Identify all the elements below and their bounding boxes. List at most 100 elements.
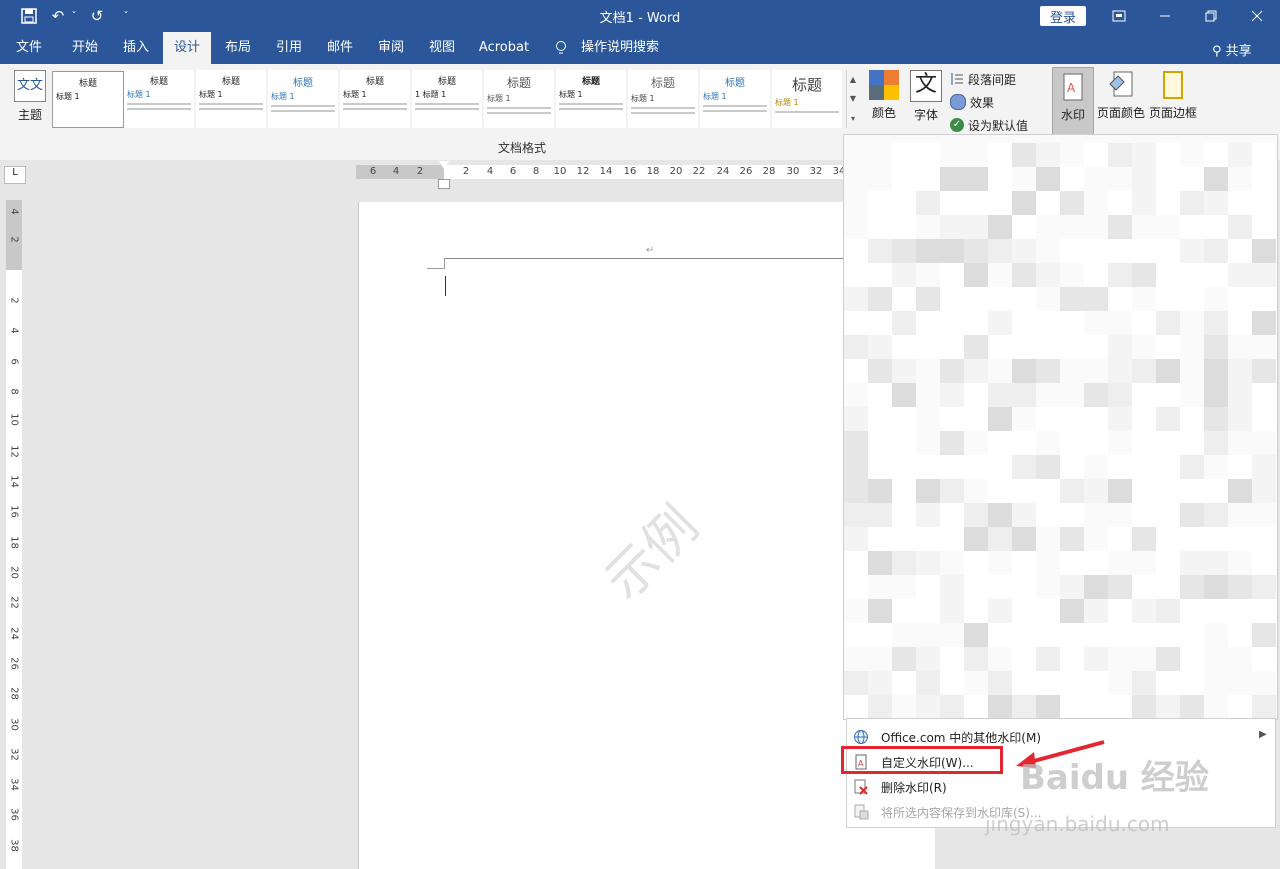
tab-design[interactable]: 设计 xyxy=(163,32,211,64)
ruler-number: 32 xyxy=(809,166,823,177)
ruler-number: 34 xyxy=(8,778,20,791)
undo-dropdown-icon[interactable]: ˇ xyxy=(68,5,80,27)
tab-references[interactable]: 引用 xyxy=(264,32,314,64)
fonts-label: 字体 xyxy=(913,108,938,122)
style-subheading: 标题 1 xyxy=(775,98,799,107)
style-set-1[interactable]: 标题 标题 1 xyxy=(52,71,124,128)
close-icon[interactable] xyxy=(1234,0,1280,32)
tab-file[interactable]: 文件 xyxy=(4,32,54,64)
header-divider xyxy=(444,258,844,259)
highlight-box xyxy=(841,746,1003,774)
tab-review[interactable]: 审阅 xyxy=(366,32,416,64)
redo-icon[interactable]: ↺ xyxy=(86,5,108,27)
page-color-button[interactable]: 页面颜色 xyxy=(1096,70,1146,136)
style-set-4[interactable]: 标题 标题 1 xyxy=(268,70,338,128)
themes-label: 主题 xyxy=(17,108,42,122)
ruler-number: 12 xyxy=(8,445,20,458)
text-cursor xyxy=(445,276,446,296)
tell-me-search[interactable]: 操作说明搜索 xyxy=(578,32,662,64)
restore-icon[interactable] xyxy=(1188,0,1234,32)
globe-icon xyxy=(853,729,869,745)
tab-acrobat[interactable]: Acrobat xyxy=(472,32,536,64)
style-subheading: 标题 1 xyxy=(559,90,583,99)
horizontal-ruler[interactable]: 6 4 2 2 4 6 8 10 12 14 16 18 20 22 24 26… xyxy=(356,165,846,179)
ruler-number: 4 xyxy=(8,327,20,334)
tab-layout[interactable]: 布局 xyxy=(213,32,263,64)
ribbon-display-options-icon[interactable] xyxy=(1096,0,1142,32)
watermark-gallery-thumbnails[interactable] xyxy=(844,143,1276,719)
page-borders-icon xyxy=(1158,70,1188,100)
ruler-number: 16 xyxy=(8,505,20,518)
style-heading: 标题 xyxy=(221,77,240,87)
title-bar: ↶ ˇ ↺ ˇ 文档1 - Word 登录 xyxy=(0,0,1280,32)
paragraph-spacing-button[interactable]: 段落间距 xyxy=(950,69,1016,89)
style-subheading: 标题 1 xyxy=(487,94,511,103)
fonts-button[interactable]: 文 字体 xyxy=(908,70,944,136)
style-set-7[interactable]: 标题 标题 1 xyxy=(484,70,554,128)
page-borders-button[interactable]: 页面边框 xyxy=(1148,70,1198,136)
style-subheading: 标题 1 xyxy=(271,92,295,101)
tab-insert[interactable]: 插入 xyxy=(111,32,161,64)
tab-selector[interactable]: L xyxy=(4,166,26,184)
tab-mailings[interactable]: 邮件 xyxy=(315,32,365,64)
style-set-3[interactable]: 标题 标题 1 xyxy=(196,70,266,128)
login-button[interactable]: 登录 xyxy=(1040,6,1086,26)
ruler-number: 8 xyxy=(532,166,540,177)
watermark-label: 水印 xyxy=(1060,108,1085,122)
gallery-more-icon[interactable]: ▾ xyxy=(851,114,855,123)
scroll-up-icon[interactable]: ▲ xyxy=(850,75,856,84)
fonts-icon: 文 xyxy=(910,70,942,102)
style-set-9[interactable]: 标题 标题 1 xyxy=(628,70,698,128)
ruler-number: 4 xyxy=(8,208,20,215)
tab-home[interactable]: 开始 xyxy=(60,32,110,64)
style-heading: 标题 xyxy=(149,77,168,87)
left-indent-marker[interactable] xyxy=(438,179,450,189)
document-formatting-group-label: 文档格式 xyxy=(497,141,546,155)
colors-button[interactable]: 颜色 xyxy=(866,70,902,136)
watermark-button[interactable]: A 水印 xyxy=(1052,67,1094,137)
style-set-5[interactable]: 标题 标题 1 xyxy=(340,70,410,128)
ruler-number: 22 xyxy=(692,166,706,177)
style-set-6[interactable]: 标题 1 标题 1 xyxy=(412,70,482,128)
style-subheading: 标题 1 xyxy=(56,92,80,101)
ruler-number: 2 xyxy=(416,166,424,177)
ruler-number: 18 xyxy=(8,536,20,549)
watermark-gallery-panel[interactable] xyxy=(843,134,1278,720)
style-set-2[interactable]: 标题 标题 1 xyxy=(124,70,194,128)
ruler-number: 26 xyxy=(739,166,753,177)
themes-button[interactable]: 文文 主题 xyxy=(10,70,50,136)
ruler-number: 14 xyxy=(599,166,613,177)
save-icon[interactable] xyxy=(18,5,40,27)
set-as-default-label: 设为默认值 xyxy=(968,118,1029,133)
style-set-10[interactable]: 标题 标题 1 xyxy=(700,70,770,128)
ruler-number: 18 xyxy=(646,166,660,177)
style-set-8[interactable]: 标题 标题 1 xyxy=(556,70,626,128)
style-heading: 标题 xyxy=(725,78,745,89)
ruler-number: 2 xyxy=(462,166,470,177)
minimize-icon[interactable] xyxy=(1142,0,1188,32)
style-subheading: 标题 1 xyxy=(703,92,727,101)
set-as-default-button[interactable]: ✓ 设为默认值 xyxy=(950,115,1028,135)
share-button[interactable]: ⚲ 共享 xyxy=(1212,40,1252,59)
vertical-ruler[interactable]: 4 2 2 4 6 8 10 12 14 16 18 20 22 24 26 2… xyxy=(6,200,22,869)
style-heading: 标题 xyxy=(581,77,600,87)
first-line-indent-marker[interactable] xyxy=(439,161,449,169)
style-set-11[interactable]: 标题 标题 1 xyxy=(772,70,842,128)
gallery-scrollbar[interactable]: ▲ ▼ ▾ xyxy=(846,70,859,128)
effects-button[interactable]: 效果 xyxy=(950,92,994,112)
effects-icon xyxy=(950,94,966,110)
watermark-icon: A xyxy=(1058,72,1088,102)
style-heading: 标题 xyxy=(650,76,675,90)
style-heading: 标题 xyxy=(506,76,531,90)
page-color-label: 页面颜色 xyxy=(1096,106,1145,120)
ruler-number: 36 xyxy=(8,808,20,821)
page-color-icon xyxy=(1106,70,1136,100)
tab-view[interactable]: 视图 xyxy=(417,32,467,64)
ruler-number: 6 xyxy=(8,358,20,365)
remove-watermark-icon xyxy=(853,779,869,795)
customize-quick-access-icon[interactable]: ˇ xyxy=(116,5,136,27)
ruler-number: 6 xyxy=(509,166,517,177)
scroll-down-icon[interactable]: ▼ xyxy=(850,94,856,103)
undo-icon[interactable]: ↶ xyxy=(48,5,68,27)
ruler-number: 20 xyxy=(669,166,683,177)
